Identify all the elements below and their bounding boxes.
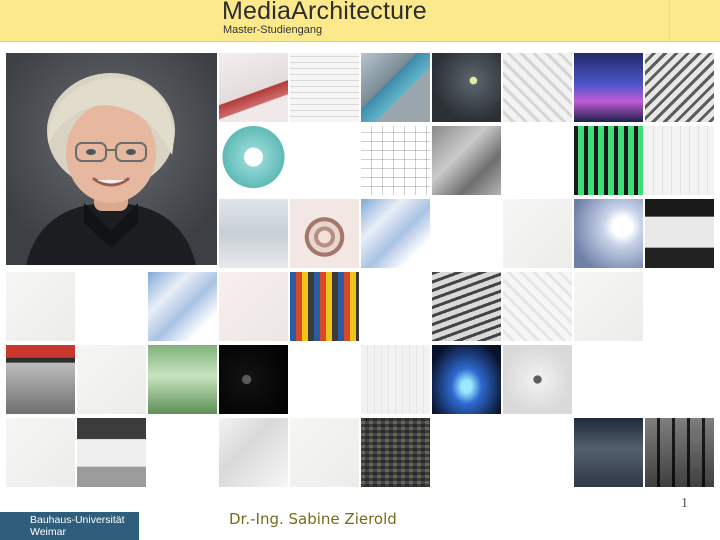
header-bar: MediaArchitecture Master-Studiengang [0, 0, 720, 42]
thumbnail-figure-sketch [503, 345, 572, 414]
thumbnail-white-cubes-faded [503, 272, 572, 341]
thumbnail-blank [361, 272, 430, 341]
thumbnail-dark-screen [574, 418, 643, 487]
thumbnail-blank [432, 418, 501, 487]
thumbnail-spiral-stairs [290, 199, 359, 268]
thumbnail-map-dark [219, 345, 288, 414]
university-logo[interactable]: Bauhaus-Universität Weimar [0, 512, 139, 540]
thumbnail-blue-lights [574, 53, 643, 122]
thumbnail-white-cubes [503, 53, 572, 122]
thumbnail-pixel-noise [361, 418, 430, 487]
thumbnail-stripes [432, 272, 501, 341]
thumbnail-green-room [148, 345, 217, 414]
thumbnail-blank [645, 345, 714, 414]
thumbnail-screen-cube [361, 53, 430, 122]
portrait-illustration [6, 53, 217, 265]
thumbnail-zigzag [645, 53, 714, 122]
thumbnail-faint-pink [219, 272, 288, 341]
thumbnail-green-bars [574, 126, 643, 195]
thumbnail-faint [290, 418, 359, 487]
thumbnail-colored-facade [290, 272, 359, 341]
thumbnail-people-light [574, 199, 643, 268]
logo-line-1: Bauhaus-Universität [30, 514, 125, 526]
thumbnail-interior-red [219, 53, 288, 122]
thumbnail-model-faded [219, 418, 288, 487]
slide-title: MediaArchitecture [222, 0, 427, 25]
thumbnail-glow-blue [432, 345, 501, 414]
thumbnail-wire-grid [361, 126, 430, 195]
thumbnail-blank [503, 418, 572, 487]
thumbnail-map-red [6, 345, 75, 414]
logo-line-2: Weimar [30, 526, 66, 538]
thumbnail-blank [77, 272, 146, 341]
thumbnail-crystal-blue [148, 272, 217, 341]
thumbnail-blank [290, 126, 359, 195]
thumbnail-teal-block [219, 126, 288, 195]
thumbnail-window-figure [645, 418, 714, 487]
slide-subtitle: Master-Studiengang [223, 24, 323, 36]
portrait-photo [6, 53, 217, 265]
page-number: 1 [681, 496, 688, 511]
thumbnail-tent-dark [645, 199, 714, 268]
thumbnail-blank [432, 199, 501, 268]
thumbnail-grid-facade [290, 53, 359, 122]
thumbnail-crystal-blue [361, 199, 430, 268]
author-name: Dr.-Ing. Sabine Zierold [229, 510, 397, 528]
thumbnail-faint [574, 272, 643, 341]
thumbnail-gray-collage [432, 126, 501, 195]
thumbnail-blank [645, 272, 714, 341]
thumbnail-blank [503, 126, 572, 195]
thumbnail-faint [503, 199, 572, 268]
thumbnail-blank [148, 418, 217, 487]
thumbnail-blank [574, 345, 643, 414]
thumbnail-faded-rooms [219, 199, 288, 268]
thumbnail-faint-lines [361, 345, 430, 414]
thumbnail-faint [6, 418, 75, 487]
thumbnail-light-lines [645, 126, 714, 195]
thumbnail-faint [77, 345, 146, 414]
thumbnail-network-dark [432, 53, 501, 122]
header-divider [669, 0, 670, 41]
thumbnail-faint [6, 272, 75, 341]
thumbnail-blank [290, 345, 359, 414]
thumbnail-white-interior [77, 418, 146, 487]
